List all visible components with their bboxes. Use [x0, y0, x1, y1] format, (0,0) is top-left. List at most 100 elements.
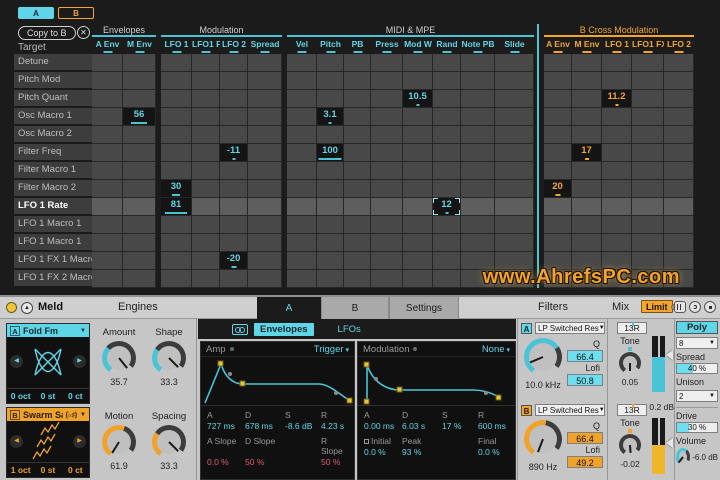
matrix-column-header[interactable]: A Env — [92, 37, 123, 54]
copy-to-b-button[interactable]: Copy to B — [18, 26, 76, 40]
tab-settings[interactable]: Settings — [389, 297, 459, 319]
amp-decay[interactable]: 678 ms — [245, 421, 285, 431]
matrix-cell[interactable] — [344, 144, 371, 162]
tab-a[interactable]: A — [257, 297, 321, 319]
fold-device-icon[interactable]: ▲ — [21, 302, 33, 314]
matrix-cell[interactable] — [602, 108, 632, 126]
matrix-cell[interactable] — [161, 126, 192, 144]
matrix-row-label[interactable]: LFO 1 Macro 1 — [14, 216, 92, 232]
matrix-cell[interactable] — [371, 198, 403, 216]
amp-r-slope[interactable]: 50 % — [321, 457, 348, 467]
matrix-cell[interactable] — [495, 54, 534, 72]
matrix-cell[interactable] — [572, 90, 602, 108]
matrix-cell[interactable] — [220, 54, 248, 72]
engine-a-selector[interactable]: A Fold Fm — [7, 324, 89, 337]
matrix-cell-value[interactable]: 100 — [317, 144, 344, 162]
matrix-cell[interactable] — [371, 72, 403, 90]
amp-attack[interactable]: 727 ms — [207, 421, 245, 431]
matrix-cell[interactable] — [461, 162, 495, 180]
matrix-cell[interactable] — [572, 180, 602, 198]
matrix-cell[interactable] — [461, 180, 495, 198]
matrix-cell[interactable] — [461, 198, 495, 216]
link-envelopes-icon[interactable] — [232, 323, 248, 335]
mod-decay[interactable]: 6.03 s — [402, 421, 442, 431]
matrix-cell[interactable] — [433, 108, 461, 126]
matrix-cell[interactable] — [572, 126, 602, 144]
matrix-cell[interactable] — [544, 162, 572, 180]
matrix-cell[interactable] — [371, 54, 403, 72]
matrix-column-header[interactable]: LFO1 FX — [632, 37, 664, 54]
matrix-cell[interactable] — [220, 162, 248, 180]
mod-initial[interactable]: 0.0 % — [364, 447, 402, 457]
matrix-row-label[interactable]: LFO 1 FX 1 Macro — [14, 252, 92, 268]
poly-mode-button[interactable]: Poly — [676, 321, 718, 334]
matrix-column-header[interactable]: PB — [344, 37, 371, 54]
matrix-cell[interactable] — [461, 72, 495, 90]
mod-env-target-dropdown[interactable]: None — [482, 344, 510, 355]
matrix-cell[interactable] — [433, 270, 461, 288]
matrix-cell[interactable] — [92, 144, 123, 162]
matrix-cell[interactable] — [161, 234, 192, 252]
matrix-cell[interactable] — [220, 108, 248, 126]
matrix-cell[interactable] — [602, 54, 632, 72]
matrix-cell[interactable] — [92, 126, 123, 144]
matrix-cell[interactable] — [495, 90, 534, 108]
matrix-cell[interactable] — [495, 198, 534, 216]
filter-a-type-dropdown[interactable]: LP Switched Res — [535, 322, 605, 334]
matrix-cell[interactable] — [92, 216, 123, 234]
matrix-cell[interactable] — [344, 234, 371, 252]
matrix-cell[interactable] — [461, 54, 495, 72]
matrix-cell[interactable] — [371, 90, 403, 108]
matrix-cell-value[interactable]: 81 — [161, 198, 192, 216]
matrix-cell[interactable] — [287, 162, 317, 180]
matrix-cell[interactable] — [123, 198, 156, 216]
matrix-cell[interactable] — [632, 234, 664, 252]
matrix-cell[interactable] — [344, 162, 371, 180]
matrix-cell[interactable] — [544, 72, 572, 90]
matrix-cell[interactable] — [192, 252, 220, 270]
matrix-cell-value[interactable]: -20 — [220, 252, 248, 270]
matrix-cell-value[interactable]: 12 — [433, 198, 461, 216]
matrix-cell[interactable] — [403, 126, 433, 144]
matrix-cell[interactable] — [161, 252, 192, 270]
matrix-cell[interactable] — [317, 216, 344, 234]
matrix-cell[interactable] — [287, 54, 317, 72]
matrix-cell[interactable] — [92, 252, 123, 270]
matrix-cell[interactable] — [192, 234, 220, 252]
matrix-cell[interactable] — [371, 180, 403, 198]
pan-a-value[interactable]: 13R — [617, 322, 647, 334]
save-preset-icon[interactable] — [704, 301, 716, 313]
matrix-cell[interactable] — [161, 108, 192, 126]
device-on-led[interactable] — [6, 302, 17, 313]
matrix-cell[interactable] — [461, 90, 495, 108]
matrix-cell[interactable] — [123, 234, 156, 252]
subtab-lfos[interactable]: LFOs — [338, 324, 361, 335]
matrix-cell[interactable] — [344, 126, 371, 144]
tone-b-knob[interactable] — [619, 434, 641, 456]
matrix-cell[interactable] — [572, 198, 602, 216]
matrix-cell-value[interactable]: 11.2 — [602, 90, 632, 108]
matrix-column-header[interactable]: Slide — [495, 37, 534, 54]
matrix-cell[interactable] — [192, 162, 220, 180]
matrix-cell[interactable] — [495, 162, 534, 180]
mod-release[interactable]: 600 ms — [478, 421, 509, 431]
matrix-cell[interactable] — [344, 198, 371, 216]
matrix-cell[interactable] — [403, 162, 433, 180]
matrix-cell[interactable] — [544, 144, 572, 162]
matrix-cell[interactable] — [344, 180, 371, 198]
matrix-cell[interactable] — [572, 108, 602, 126]
matrix-cell[interactable] — [220, 234, 248, 252]
matrix-cell[interactable] — [632, 54, 664, 72]
matrix-cell[interactable] — [664, 162, 694, 180]
matrix-cell[interactable] — [433, 180, 461, 198]
limit-toggle[interactable]: Limit — [641, 300, 673, 313]
matrix-cell[interactable] — [544, 234, 572, 252]
matrix-cell[interactable] — [495, 144, 534, 162]
mod-envelope-graph[interactable] — [358, 356, 515, 406]
matrix-column-header[interactable]: Mod W — [403, 37, 433, 54]
matrix-column-header[interactable]: Press — [371, 37, 403, 54]
matrix-cell[interactable] — [544, 216, 572, 234]
matrix-cell[interactable] — [664, 72, 694, 90]
matrix-cell[interactable] — [572, 54, 602, 72]
level-b-meter[interactable]: -17 dB — [650, 418, 673, 480]
